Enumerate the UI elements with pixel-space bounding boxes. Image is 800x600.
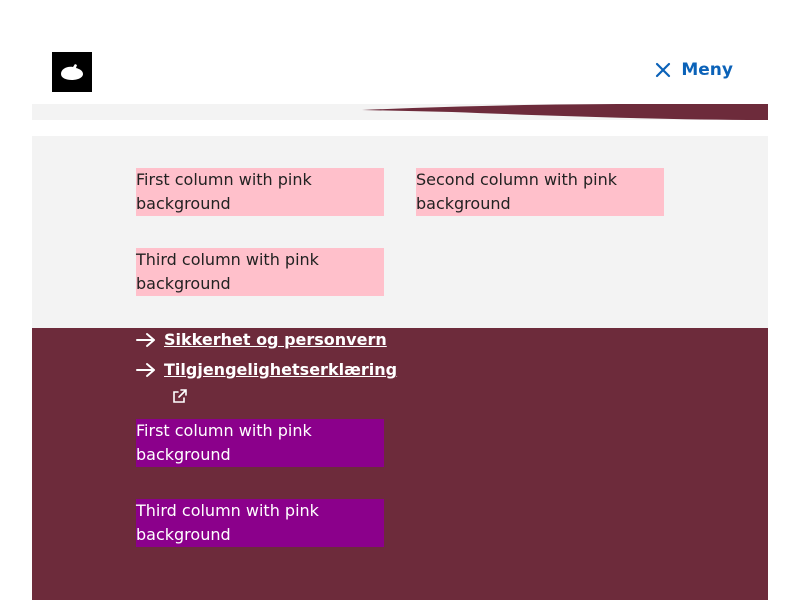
- arrow-right-icon: [136, 358, 156, 382]
- purple-column-3: Third column with pink background: [136, 499, 384, 547]
- pink-column-1: First column with pink background: [136, 168, 384, 216]
- menu-label: Meny: [681, 60, 733, 80]
- brand-logo[interactable]: [52, 52, 92, 92]
- menu-button[interactable]: Meny: [655, 60, 733, 80]
- logo-icon: [61, 64, 83, 80]
- close-icon: [656, 62, 671, 78]
- pink-column-3: Third column with pink background: [136, 248, 384, 296]
- site-header: Meny: [32, 0, 768, 120]
- pink-column-2: Second column with pink background: [416, 168, 664, 216]
- purple-column-1: First column with pink background: [136, 419, 384, 467]
- external-link-icon: [173, 389, 187, 403]
- footer-link-label[interactable]: Sikkerhet og personvern: [164, 328, 387, 352]
- decorative-wave: [32, 100, 768, 120]
- content-panel: First column with pink background Second…: [32, 136, 768, 328]
- footer: Sikkerhet og personvern Tilgjengelighets…: [32, 328, 768, 600]
- footer-link-security[interactable]: Sikkerhet og personvern: [136, 328, 387, 352]
- footer-link-accessibility[interactable]: Tilgjengelighetserklæring: [136, 358, 397, 382]
- arrow-right-icon: [136, 328, 156, 352]
- footer-link-label[interactable]: Tilgjengelighetserklæring: [164, 358, 397, 382]
